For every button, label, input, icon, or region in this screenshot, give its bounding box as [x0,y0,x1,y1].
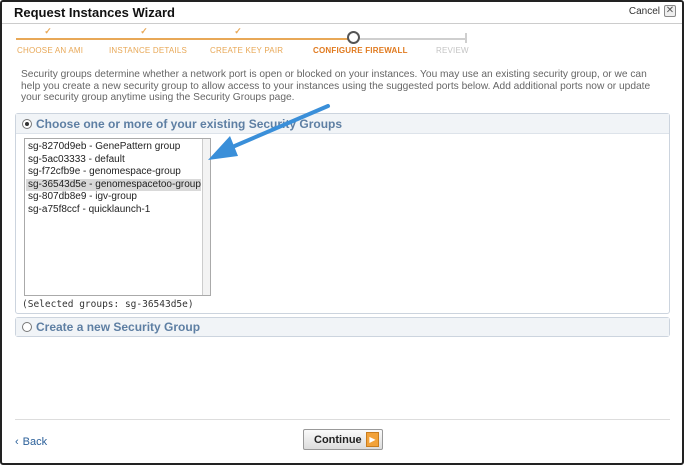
progress-track-end [465,33,467,43]
security-groups-listbox[interactable]: sg-8270d9eb - GenePattern group sg-5ac03… [24,138,211,296]
step-done-check-icon: ✓ [140,26,148,36]
title-bar: Request Instances Wizard Cancel ✕ [2,2,682,24]
cancel-button[interactable]: Cancel ✕ [629,5,676,17]
list-item[interactable]: sg-8270d9eb - GenePattern group [26,141,201,153]
step-label-choose-ami: CHOOSE AN AMI [17,46,84,55]
list-item[interactable]: sg-807db8e9 - igv-group [26,191,201,203]
existing-groups-option[interactable]: Choose one or more of your existing Secu… [16,114,669,134]
close-icon[interactable]: ✕ [664,5,676,17]
step-done-check-icon: ✓ [234,26,242,36]
existing-groups-panel: Choose one or more of your existing Secu… [15,113,670,314]
footer-divider [15,419,670,420]
back-label: Back [22,436,48,448]
play-arrow-icon: ▶ [366,432,379,447]
new-group-panel: Create a new Security Group [15,317,670,337]
wizard-window: Request Instances Wizard Cancel ✕ ✓ ✓ ✓ … [0,0,684,465]
annotation-arrow-icon [208,104,330,160]
selected-groups-text: (Selected groups: sg-36543d5e) [22,299,194,310]
step-label-review: REVIEW [436,46,469,55]
new-group-title: Create a new Security Group [36,320,201,334]
window-title: Request Instances Wizard [14,5,175,20]
step-label-configure-firewall: CONFIGURE FIREWALL [313,46,408,55]
new-group-radio[interactable] [22,322,32,332]
continue-label: Continue [314,433,362,446]
list-item[interactable]: sg-f72cfb9e - genomespace-group [26,166,201,178]
step-done-check-icon: ✓ [44,26,52,36]
existing-groups-radio[interactable] [22,118,32,129]
new-group-option[interactable]: Create a new Security Group [16,318,669,336]
list-item-selected[interactable]: sg-36543d5e - genomespacetoo-group [26,178,201,191]
back-button[interactable]: ‹ Back [15,436,47,448]
list-item[interactable]: sg-5ac03333 - default [26,154,201,166]
wizard-progress: ✓ ✓ ✓ CHOOSE AN AMI INSTANCE DETAILS CRE… [2,26,682,60]
continue-button[interactable]: Continue ▶ [303,429,383,450]
intro-text: Security groups determine whether a netw… [21,69,651,104]
step-label-instance-details: INSTANCE DETAILS [109,46,188,55]
cancel-label: Cancel [628,5,660,17]
step-label-create-key-pair: CREATE KEY PAIR [210,46,284,55]
progress-track-remaining [360,38,466,40]
progress-track-done [16,38,350,40]
list-item[interactable]: sg-a75f8ccf - quicklaunch-1 [26,204,201,216]
current-step-indicator [347,31,360,44]
back-chevron-icon: ‹ [15,436,19,448]
